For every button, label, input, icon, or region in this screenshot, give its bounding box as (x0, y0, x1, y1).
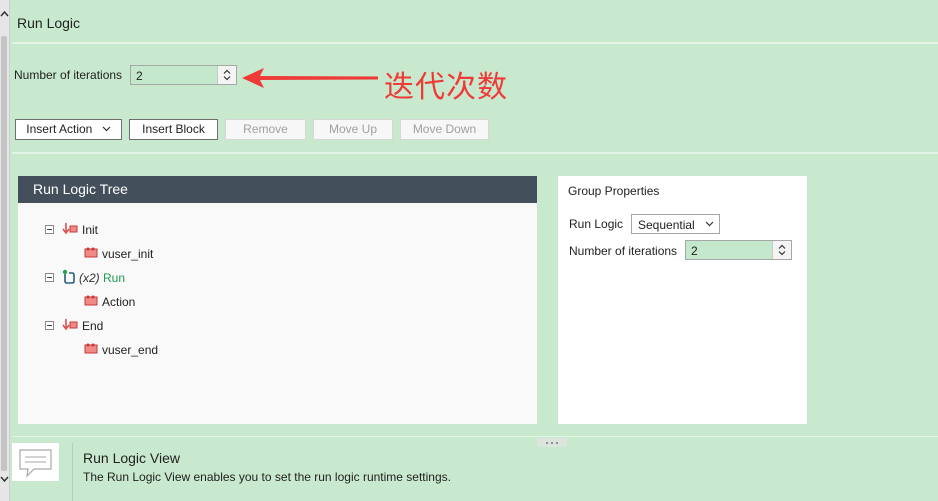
vertical-scrollbar[interactable] (0, 0, 10, 501)
iterations-stepper[interactable]: 2 (130, 65, 237, 85)
group-properties-panel: Group Properties Run Logic Sequential Nu… (558, 176, 807, 424)
insert-block-button[interactable]: Insert Block (129, 119, 218, 140)
iterations-value[interactable]: 2 (136, 69, 143, 83)
tree-node-action[interactable]: Action (102, 295, 135, 309)
end-collapse-toggle[interactable] (45, 321, 54, 330)
run-logic-tree-panel: Run Logic Tree Init vuser_init (x2) Run … (18, 176, 537, 424)
end-block-icon (62, 319, 78, 331)
tree-node-init[interactable]: Init (82, 223, 98, 237)
info-separator (72, 443, 73, 501)
group-iterations-stepper[interactable]: 2 (685, 240, 792, 260)
run-iteration-count: (x2) (79, 271, 100, 285)
scroll-up-arrow-icon[interactable] (0, 8, 9, 20)
action-icon (84, 343, 98, 354)
info-description: The Run Logic View enables you to set th… (83, 470, 451, 484)
chevron-down-icon (102, 126, 111, 132)
speech-bubble-icon (19, 449, 52, 478)
run-collapse-toggle[interactable] (45, 273, 54, 282)
iterations-label: Number of iterations (14, 68, 123, 82)
annotation-arrow-icon (242, 68, 378, 88)
move-down-button[interactable]: Move Down (400, 119, 489, 140)
insert-action-button[interactable]: Insert Action (15, 119, 122, 140)
header-divider (12, 42, 938, 44)
tree-node-vuser-init[interactable]: vuser_init (102, 247, 153, 261)
tree-header-title: Run Logic Tree (33, 181, 128, 197)
insert-action-label: Insert Action (26, 122, 93, 136)
tree-node-end[interactable]: End (82, 319, 103, 333)
group-stepper-buttons[interactable] (772, 241, 791, 259)
init-collapse-toggle[interactable] (45, 225, 54, 234)
run-label: Run (103, 271, 126, 285)
move-up-button[interactable]: Move Up (313, 119, 393, 140)
tree-node-run[interactable]: (x2) Run (79, 271, 125, 285)
group-iterations-label: Number of iterations (569, 244, 678, 258)
scrollbar-thumb[interactable] (1, 36, 7, 471)
stepper-buttons[interactable] (217, 66, 236, 84)
run-loop-icon (62, 269, 75, 284)
scroll-down-arrow-icon[interactable] (0, 473, 9, 485)
annotation-text: 迭代次数 (384, 70, 508, 105)
stepper-arrows-icon[interactable] (773, 241, 791, 259)
splitter-grip-icon[interactable] (537, 438, 567, 447)
page-title: Run Logic (17, 15, 81, 31)
info-icon-box (12, 443, 59, 481)
group-properties-title: Group Properties (568, 184, 660, 198)
run-logic-label: Run Logic (569, 217, 624, 231)
action-icon (84, 247, 98, 258)
group-iterations-value[interactable]: 2 (691, 244, 698, 258)
run-logic-select[interactable]: Sequential (631, 214, 720, 234)
action-icon (84, 295, 98, 306)
info-title: Run Logic View (83, 450, 181, 466)
tree-node-vuser-end[interactable]: vuser_end (102, 343, 158, 357)
toolbar-divider (12, 152, 938, 154)
init-block-icon (62, 223, 78, 235)
chevron-down-icon (705, 221, 714, 227)
remove-button[interactable]: Remove (225, 119, 306, 140)
run-logic-select-value: Sequential (638, 218, 695, 232)
stepper-arrows-icon[interactable] (218, 66, 236, 84)
tree-header: Run Logic Tree (18, 176, 537, 203)
bottom-divider (12, 436, 938, 437)
